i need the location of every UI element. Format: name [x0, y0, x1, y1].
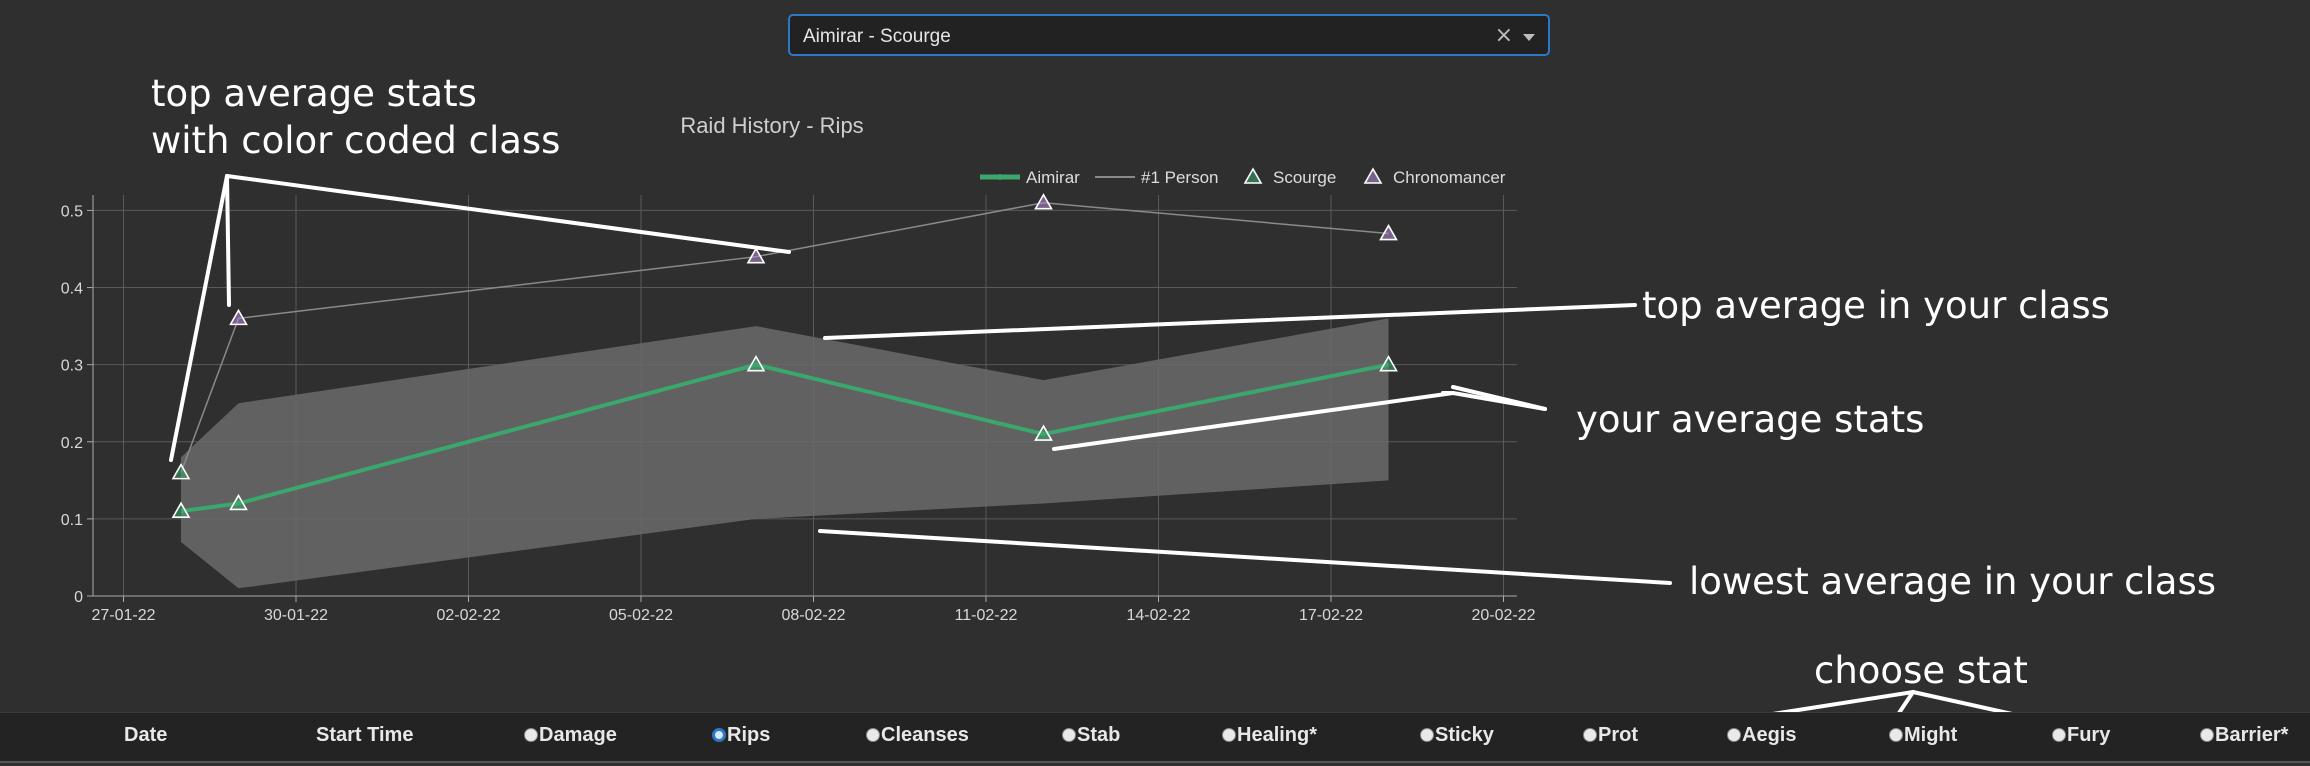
- column-damage[interactable]: Damage: [524, 724, 617, 747]
- annotation-pointer: [818, 529, 1672, 585]
- column-label: Cleanses: [881, 724, 969, 746]
- stat-radio[interactable]: [1062, 728, 1076, 742]
- annotation-pointer: [169, 174, 229, 462]
- x-tick-label: 11-02-22: [955, 607, 1018, 624]
- column-label: Aegis: [1742, 724, 1797, 746]
- y-tick-label: 0.4: [61, 281, 83, 298]
- stat-radio[interactable]: [1420, 728, 1434, 742]
- column-barrier[interactable]: Barrier*: [2200, 724, 2288, 747]
- column-cleanses[interactable]: Cleanses: [866, 724, 969, 747]
- class-range-area: [181, 318, 1389, 589]
- column-label: Rips: [727, 724, 771, 746]
- annotation-text: top average in your class: [1642, 284, 2110, 327]
- stat-radio[interactable]: [1727, 728, 1741, 742]
- chart-legend: Aimirar #1 Person Scourge Chronomancer: [980, 167, 1506, 187]
- column-label: Prot: [1598, 724, 1638, 746]
- column-label: Might: [1904, 724, 1958, 746]
- y-tick-label: 0.5: [61, 203, 83, 220]
- y-tick-label: 0.2: [61, 435, 83, 452]
- stat-table-header: Date Start Time Damage Rips Cleanses Stab Heal…: [0, 712, 2310, 763]
- annotation-pointer: [1451, 385, 1547, 411]
- annotation-pointer: [1911, 690, 2013, 712]
- column-sticky[interactable]: Sticky: [1420, 724, 1494, 747]
- stat-radio[interactable]: [866, 728, 880, 742]
- legend-label: Aimirar: [1026, 168, 1080, 187]
- annotation-text: your average stats: [1576, 398, 1924, 441]
- legend-marker: [997, 174, 1003, 180]
- x-tick-label: 05-02-22: [609, 607, 673, 624]
- column-label: Sticky: [1435, 724, 1494, 746]
- column-date: Date: [124, 724, 167, 747]
- legend-marker: [1243, 167, 1263, 184]
- column-stab[interactable]: Stab: [1062, 724, 1120, 747]
- x-tick-label: 27-01-22: [91, 607, 155, 624]
- annotation-text: top average stats: [151, 72, 477, 115]
- column-aegis[interactable]: Aegis: [1727, 724, 1796, 747]
- legend-label: Chronomancer: [1393, 168, 1506, 187]
- column-label: Fury: [2067, 724, 2111, 746]
- stat-radio[interactable]: [2052, 728, 2066, 742]
- annotation-pointer: [225, 174, 231, 307]
- top-person-point: [1034, 193, 1053, 210]
- x-tick-label: 14-02-22: [1126, 607, 1190, 624]
- y-tick-label: 0.1: [61, 512, 83, 529]
- legend-marker: [1363, 167, 1383, 184]
- annotation-text: with color coded class: [151, 119, 560, 162]
- stat-radio[interactable]: [1222, 728, 1236, 742]
- annotation-text: lowest average in your class: [1689, 560, 2216, 603]
- raid-history-chart: 27-01-22 30-01-22 02-02-22 05-02-22 08-02-22…: [61, 72, 2216, 712]
- column-might[interactable]: Might: [1889, 724, 1957, 747]
- annotation-pointer: [225, 174, 791, 254]
- class-range-band: [181, 318, 1389, 589]
- column-label: Stab: [1077, 724, 1121, 746]
- chart-title: Raid History - Rips: [680, 113, 863, 138]
- legend-label: #1 Person: [1141, 168, 1219, 187]
- column-label: Date: [124, 724, 168, 746]
- legend-label: Scourge: [1273, 168, 1336, 187]
- column-prot[interactable]: Prot: [1583, 724, 1638, 747]
- column-label: Damage: [539, 724, 617, 746]
- x-tick-label: 17-02-22: [1299, 607, 1363, 624]
- column-label: Start Time: [316, 724, 414, 746]
- x-tick-label: 30-01-22: [264, 607, 328, 624]
- column-label: Barrier*: [2215, 724, 2289, 746]
- y-tick-label: 0.3: [61, 358, 83, 375]
- column-healing[interactable]: Healing*: [1222, 724, 1317, 747]
- x-tick-label: 02-02-22: [436, 607, 500, 624]
- stat-radio[interactable]: [524, 728, 538, 742]
- stat-radio[interactable]: [2200, 728, 2214, 742]
- column-fury[interactable]: Fury: [2052, 724, 2110, 747]
- stat-radio[interactable]: [1889, 728, 1903, 742]
- annotation-pointer: [823, 303, 1637, 340]
- stat-radio[interactable]: [712, 728, 726, 742]
- x-tick-label: 08-02-22: [781, 607, 845, 624]
- x-tick-label: 20-02-22: [1471, 607, 1535, 624]
- column-rips[interactable]: Rips: [712, 724, 770, 747]
- annotation-pointer: [1772, 690, 1915, 712]
- column-start-time: Start Time: [316, 724, 413, 747]
- y-tick-label: 0: [74, 589, 83, 606]
- annotation-text: choose stat: [1814, 649, 2028, 692]
- column-label: Healing*: [1237, 724, 1318, 746]
- stat-radio[interactable]: [1583, 728, 1597, 742]
